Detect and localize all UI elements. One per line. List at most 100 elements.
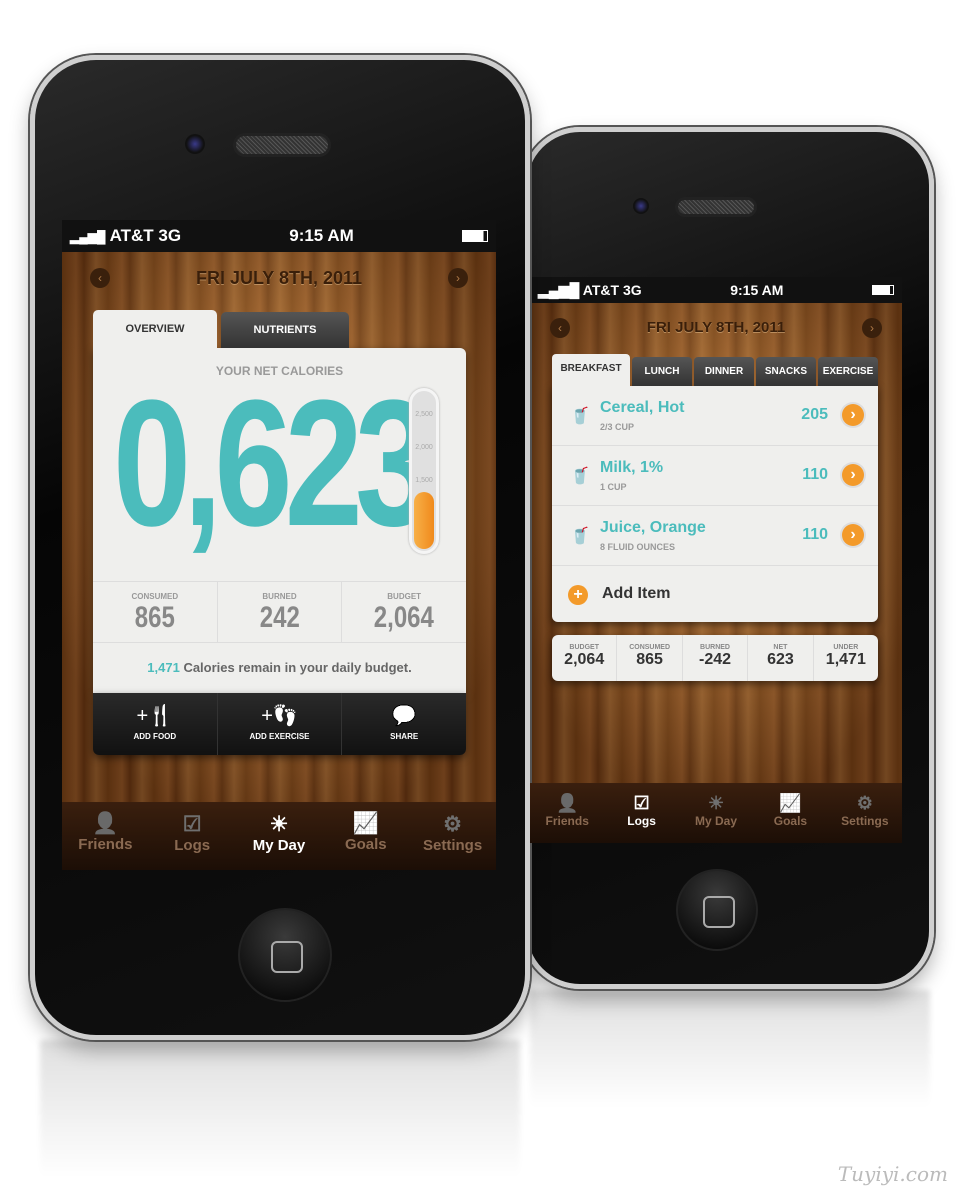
signal-icon: ▂▄▆█ [70, 230, 106, 244]
summary-value: 865 [636, 651, 663, 668]
gear-icon: ⚙ [856, 793, 873, 813]
overview-tabs: OVERVIEW NUTRIENTS [68, 310, 496, 350]
tab-logs[interactable]: ☑ Logs [604, 783, 678, 843]
cup-icon: 🥤 [570, 408, 590, 425]
remaining-message: 1,471 Calories remain in your daily budg… [93, 660, 466, 675]
chevron-right-icon[interactable]: › [842, 464, 864, 486]
tab-my-day[interactable]: ☀ My Day [679, 783, 753, 843]
carrier: AT&T [109, 226, 154, 245]
summary-value: 623 [767, 651, 794, 668]
overview-card: YOUR NET CALORIES 0,623 2,500 2,000 1,50… [93, 348, 466, 693]
tab-lunch[interactable]: LUNCH [632, 357, 692, 386]
tab-snacks[interactable]: SNACKS [756, 357, 816, 386]
tab-nutrients[interactable]: NUTRIENTS [221, 312, 349, 348]
gauge-tick: 2,500 [415, 411, 433, 418]
sun-icon: ☀ [707, 793, 725, 813]
food-name: Milk, 1% [600, 459, 664, 476]
add-exercise-button[interactable]: +👣 ADD EXERCISE [216, 693, 342, 755]
food-item[interactable]: 🥤 Juice, Orange 8 FLUID OUNCES 110 › [552, 506, 878, 566]
chevron-right-icon[interactable]: › [842, 524, 864, 546]
person-icon: 👤 [555, 793, 579, 813]
person-icon: 👤 [92, 812, 119, 835]
gauge-tick: 2,000 [415, 444, 433, 451]
fork-knife-plus-icon: +🍴 [136, 705, 174, 727]
summary-budget: BUDGET 2,064 [552, 635, 616, 681]
stat-value: 2,064 [374, 601, 435, 634]
tab-label: Goals [344, 836, 387, 853]
status-bar: ▂▄▆█ AT&T 3G 9:15 AM [530, 277, 902, 303]
food-calories: 205 [801, 406, 828, 423]
summary-label: UNDER [833, 644, 859, 651]
sun-icon: ☀ [269, 813, 289, 836]
stat-burned: BURNED 242 [216, 582, 342, 642]
tab-friends[interactable]: 👤 Friends [530, 783, 604, 843]
tab-settings[interactable]: ⚙ Settings [828, 783, 902, 843]
food-name: Cereal, Hot [600, 399, 685, 416]
tab-label: Friends [545, 814, 589, 828]
food-item[interactable]: 🥤 Cereal, Hot 2/3 CUP 205 › [552, 386, 878, 446]
stats-row: CONSUMED 865 BURNED 242 BUDGET 2,064 [93, 581, 466, 643]
stat-label: CONSUMED [131, 592, 179, 601]
network: 3G [158, 226, 182, 245]
next-day-button[interactable]: › [448, 268, 468, 288]
food-quantity: 2/3 CUP [600, 422, 635, 432]
share-button[interactable]: 💬 SHARE [341, 693, 466, 755]
camera [185, 134, 205, 154]
tab-label: Goals [773, 814, 808, 828]
tab-goals[interactable]: 📈 Goals [322, 802, 409, 870]
tab-label: My Day [695, 814, 738, 828]
remaining-calories: 1,471 [147, 660, 180, 675]
right-phone: ▂▄▆█ AT&T 3G 9:15 AM ‹ FRI JULY 8TH, 201… [522, 127, 934, 989]
meal-tabs: BREAKFAST LUNCH DINNER SNACKS EXERCISE [552, 354, 878, 388]
status-bar: ▂▄▆█ AT&T 3G 9:15 AM [62, 220, 496, 252]
home-button[interactable] [676, 869, 758, 951]
food-quantity: 8 FLUID OUNCES [600, 542, 676, 552]
reflection [40, 1040, 520, 1180]
tab-label: Logs [627, 814, 656, 828]
battery-icon [871, 285, 894, 295]
add-food-button[interactable]: +🍴 ADD FOOD [93, 693, 217, 755]
right-screen: ▂▄▆█ AT&T 3G 9:15 AM ‹ FRI JULY 8TH, 201… [530, 277, 902, 843]
summary-label: BURNED [700, 644, 730, 651]
chevron-right-icon[interactable]: › [842, 404, 864, 426]
tab-logs[interactable]: ☑ Logs [149, 802, 236, 870]
stat-consumed: CONSUMED 865 [93, 582, 217, 642]
stat-label: BURNED [262, 592, 297, 601]
stat-label: BUDGET [387, 592, 422, 601]
tab-settings[interactable]: ⚙ Settings [409, 802, 496, 870]
carrier: AT&T [582, 281, 620, 298]
food-item[interactable]: 🥤 Milk, 1% 1 CUP 110 › [552, 446, 878, 506]
summary-under: UNDER 1,471 [812, 635, 878, 681]
calorie-gauge: 2,500 2,000 1,500 [409, 388, 439, 554]
tab-goals[interactable]: 📈 Goals [753, 783, 827, 843]
camera [633, 198, 649, 214]
tab-friends[interactable]: 👤 Friends [62, 802, 149, 870]
date-title: FRI JULY 8TH, 2011 [195, 268, 363, 288]
next-day-button[interactable]: › [862, 318, 882, 338]
action-label: ADD EXERCISE [249, 732, 310, 741]
tab-overview[interactable]: OVERVIEW [93, 310, 217, 350]
home-button[interactable] [238, 908, 332, 1002]
summary-burned: BURNED -242 [681, 635, 747, 681]
tab-label: Settings [422, 837, 483, 854]
tab-bar: 👤 Friends ☑ Logs ☀ My Day 📈 Goals ⚙ Settings [62, 802, 496, 870]
tab-label: Friends [78, 836, 133, 853]
add-item-button[interactable]: + Add Item [552, 566, 878, 622]
food-quantity: 1 CUP [600, 482, 627, 492]
tab-dinner[interactable]: DINNER [694, 357, 754, 386]
action-label: ADD FOOD [133, 732, 177, 741]
tab-exercise[interactable]: EXERCISE [818, 357, 878, 386]
plus-icon: + [568, 585, 588, 605]
tab-my-day[interactable]: ☀ My Day [236, 802, 323, 870]
add-item-label: Add Item [602, 585, 671, 602]
gear-icon: ⚙ [443, 813, 462, 836]
chart-icon: 📈 [352, 812, 379, 835]
footprints-plus-icon: +👣 [261, 705, 298, 727]
summary-consumed: CONSUMED 865 [616, 635, 681, 681]
food-calories: 110 [802, 466, 828, 483]
tab-label: Logs [174, 837, 211, 854]
calendar-check-icon: ☑ [182, 813, 202, 836]
stat-value: 865 [134, 601, 175, 634]
tab-breakfast[interactable]: BREAKFAST [552, 354, 630, 388]
network: 3G [622, 281, 642, 298]
